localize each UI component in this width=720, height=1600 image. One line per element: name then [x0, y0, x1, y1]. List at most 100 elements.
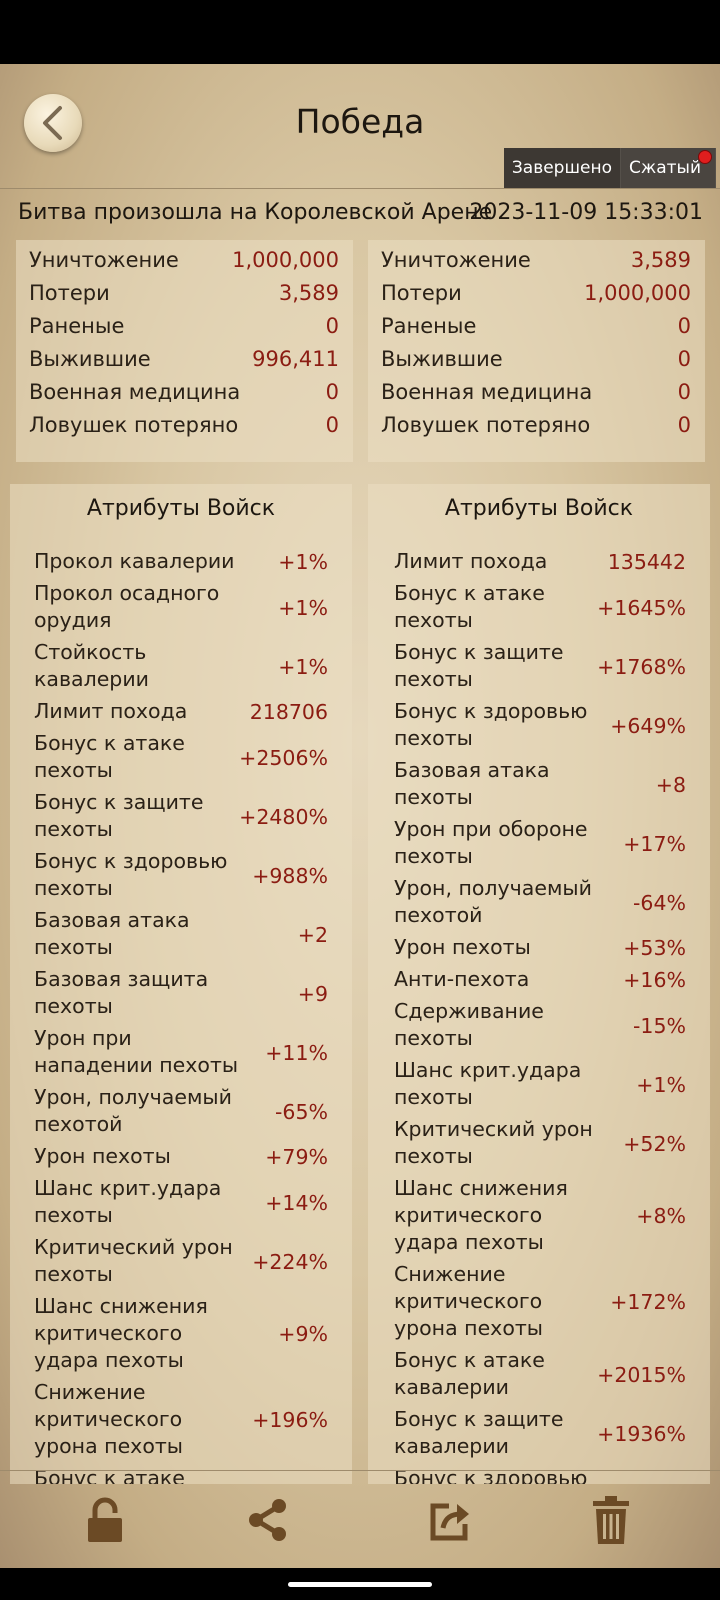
- attribute-row: Снижение критического урона пехоты +196%: [10, 1377, 352, 1463]
- attribute-value: +52%: [623, 1131, 686, 1156]
- attribute-value: -65%: [275, 1099, 328, 1124]
- attribute-value: +988%: [252, 863, 328, 888]
- attributes-title: Атрибуты Войск: [86, 496, 276, 521]
- attribute-value: +1%: [636, 1072, 686, 1097]
- attribute-row: Сдерживание пехоты -15%: [368, 996, 710, 1055]
- summary-row: Потери 3,589: [16, 277, 353, 310]
- attribute-row: Анти-пехота +16%: [368, 964, 710, 996]
- attribute-label: Прокол кавалерии: [34, 549, 235, 573]
- attribute-label: Урон пехоты: [394, 935, 531, 959]
- header-divider: [0, 188, 720, 189]
- summary-row: Выжившие 996,411: [16, 343, 353, 376]
- attribute-value: 135442: [607, 550, 686, 574]
- attribute-value: +1%: [278, 550, 328, 574]
- summary-panel-left: Уничтожение 1,000,000 Потери 3,589 Раненые…: [16, 240, 353, 462]
- attribute-label: Шанс снижения критического удара пехоты: [394, 1176, 568, 1254]
- attribute-label: Критический урон пехоты: [34, 1235, 233, 1286]
- attribute-label: Базовая защита пехоты: [34, 967, 209, 1018]
- tab-completed[interactable]: Завершено: [503, 148, 622, 188]
- summary-row: Раненые 0: [368, 310, 705, 343]
- attribute-label: Бонус к атаке пехоты: [394, 581, 545, 632]
- attribute-label: Стойкость кавалерии: [34, 640, 149, 691]
- attribute-row: Урон, получаемый пехотой -65%: [10, 1082, 352, 1141]
- summary-label: Уничтожение: [381, 248, 531, 272]
- attribute-row: Бонус к защите кавалерии +1936%: [368, 1404, 710, 1463]
- attribute-row: Базовая атака пехоты +2: [10, 905, 352, 964]
- attribute-label: Снижение критического урона пехоты: [34, 1380, 183, 1458]
- summary-row: Ловушек потеряно 0: [16, 409, 353, 442]
- summary-label: Военная медицина: [29, 380, 241, 404]
- attribute-label: Бонус к здоровью пехоты: [34, 849, 228, 900]
- home-indicator[interactable]: [288, 1582, 432, 1587]
- attribute-row: Снижение критического урона пехоты +172%: [368, 1259, 710, 1345]
- attribute-value: +196%: [252, 1408, 328, 1432]
- attribute-label: Бонус к здоровью пехоты: [394, 699, 588, 750]
- summary-label: Ловушек потеряно: [381, 413, 591, 437]
- attribute-value: +16%: [623, 968, 686, 992]
- delete-button[interactable]: [586, 1495, 636, 1545]
- summary-label: Ловушек потеряно: [29, 413, 239, 437]
- attribute-row: Шанс крит.удара пехоты +1%: [368, 1055, 710, 1114]
- export-icon: [430, 1503, 469, 1541]
- attribute-value: +1768%: [597, 654, 686, 679]
- bottom-toolbar: [0, 1470, 720, 1568]
- attribute-row: Шанс крит.удара пехоты +14%: [10, 1173, 352, 1232]
- attribute-row: Урон, получаемый пехотой -64%: [368, 873, 710, 932]
- summary-value: 0: [677, 314, 691, 338]
- attribute-row: Бонус к атаке кавалерии +2015%: [368, 1345, 710, 1404]
- attribute-row: Базовая защита пехоты +9: [10, 964, 352, 1023]
- summary-label: Раненые: [381, 314, 477, 338]
- attribute-label: Бонус к атаке кавалерии: [394, 1348, 545, 1399]
- lock-button[interactable]: [80, 1495, 130, 1545]
- export-button[interactable]: [426, 1495, 476, 1545]
- summary-row: Ловушек потеряно 0: [368, 409, 705, 442]
- battle-datetime: 2023-11-09 15:33:01: [469, 200, 703, 225]
- summary-value: 0: [677, 413, 691, 437]
- attribute-row: Бонус к здоровью пехоты +988%: [10, 846, 352, 905]
- attribute-label: Бонус к защите кавалерии: [394, 1407, 564, 1458]
- attribute-row: Стойкость кавалерии +1%: [10, 637, 352, 696]
- attribute-label: Урон при нападении пехоты: [34, 1026, 239, 1077]
- summary-label: Выжившие: [29, 347, 151, 371]
- summary-value: 0: [325, 314, 339, 338]
- attribute-value: -15%: [633, 1013, 686, 1038]
- attribute-value: +649%: [610, 713, 686, 738]
- attribute-label: Базовая атака пехоты: [394, 758, 550, 809]
- attribute-row: Урон при обороне пехоты +17%: [368, 814, 710, 873]
- attribute-value: +1%: [278, 595, 328, 620]
- attribute-value: +2480%: [239, 804, 328, 829]
- summary-row: Уничтожение 3,589: [368, 244, 705, 277]
- attribute-label: Урон, получаемый пехотой: [34, 1085, 232, 1136]
- attribute-row: Бонус к атаке пехоты +1645%: [368, 578, 710, 637]
- attribute-label: Анти-пехота: [394, 967, 530, 991]
- attributes-list: Лимит похода 135442 Бонус к атаке пехоты +1…: [368, 546, 710, 1484]
- summary-label: Потери: [29, 281, 110, 305]
- troop-attributes-right[interactable]: Атрибуты Войск Лимит похода 135442 Бонус к…: [368, 484, 710, 1484]
- troop-attributes-left[interactable]: Атрибуты Войск Прокол кавалерии +1% Прокол…: [10, 484, 352, 1484]
- trash-icon: [593, 1496, 629, 1544]
- status-bar: [0, 0, 720, 64]
- attribute-value: +2506%: [239, 745, 328, 770]
- attribute-label: Базовая атака пехоты: [34, 908, 190, 959]
- attribute-row: Базовая атака пехоты +8: [368, 755, 710, 814]
- attribute-value: +8: [655, 772, 686, 797]
- attribute-row: Урон пехоты +79%: [10, 1141, 352, 1173]
- summary-label: Выжившие: [381, 347, 503, 371]
- attribute-row: Шанс снижения критического удара пехоты +…: [10, 1291, 352, 1377]
- attribute-row: Шанс снижения критического удара пехоты +…: [368, 1173, 710, 1259]
- attribute-value: +1%: [278, 654, 328, 679]
- attribute-label: Лимит похода: [34, 699, 188, 723]
- attribute-label: Лимит похода: [394, 549, 548, 573]
- attribute-label: Урон, получаемый пехотой: [394, 876, 592, 927]
- share-button[interactable]: [243, 1495, 293, 1545]
- attribute-label: Бонус к атаке пехоты: [34, 731, 185, 782]
- view-mode-tabs: Завершено Сжатый: [503, 148, 716, 188]
- summary-value: 1,000,000: [584, 281, 691, 305]
- attribute-label: Критический урон пехоты: [394, 1117, 593, 1168]
- lock-icon: [88, 1497, 122, 1542]
- summary-row: Выжившие 0: [368, 343, 705, 376]
- summary-value: 0: [677, 347, 691, 371]
- attribute-value: +2: [297, 922, 328, 947]
- attribute-value: +1645%: [597, 595, 686, 620]
- attribute-row: Прокол кавалерии +1%: [10, 546, 352, 578]
